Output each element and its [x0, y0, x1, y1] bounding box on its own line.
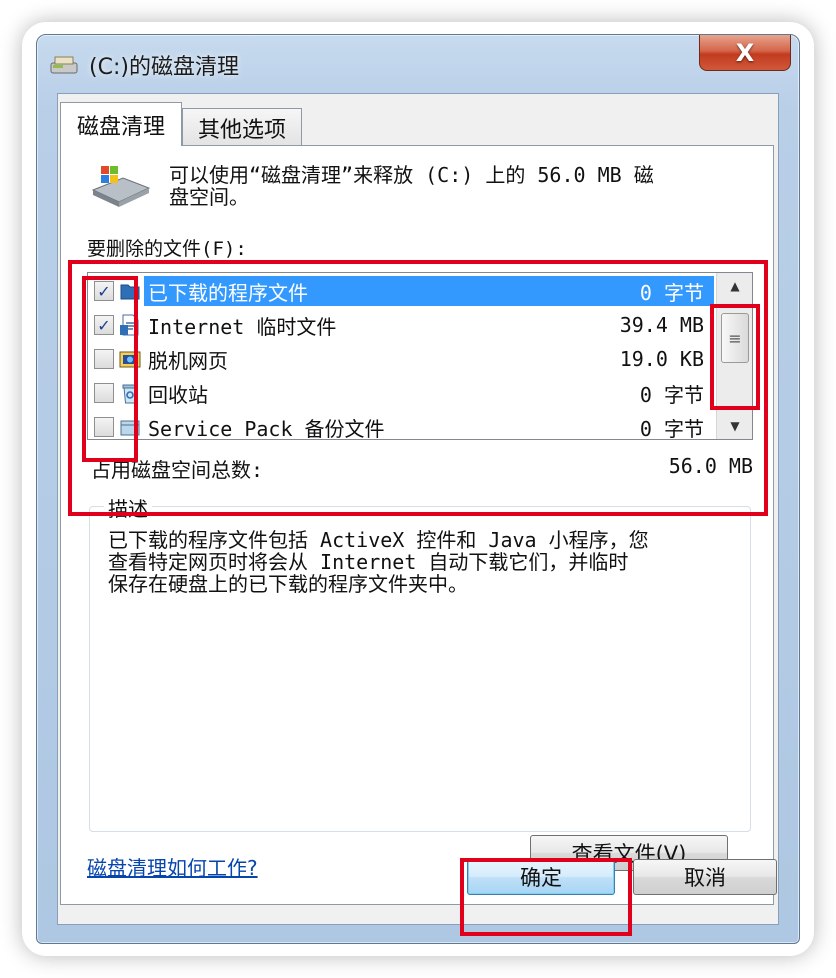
tab-panel: 可以使用“磁盘清理”来释放 (C:) 上的 56.0 MB 磁 盘空间。 要删除… — [60, 145, 774, 905]
description-line-2: 查看特定网页时将会从 Internet 自动下载它们，并临时 — [108, 550, 629, 574]
description-legend: 描述 — [104, 493, 152, 522]
how-it-works-link[interactable]: 磁盘清理如何工作? — [87, 852, 258, 881]
tab-disk-cleanup[interactable]: 磁盘清理 — [60, 102, 182, 146]
tab-more-options[interactable]: 其他选项 — [182, 108, 302, 146]
web-page-icon — [119, 351, 141, 368]
description-line-3: 保存在硬盘上的已下载的程序文件夹中。 — [108, 572, 468, 596]
checkbox-offline-pages[interactable] — [94, 349, 114, 369]
list-item-size: 19.0 KB — [619, 347, 704, 371]
total-space-label: 占用磁盘空间总数: — [91, 458, 264, 482]
checkbox-service-pack-backup[interactable] — [94, 417, 114, 437]
chevron-down-icon: ▼ — [730, 419, 740, 433]
intro-line-2: 盘空间。 — [169, 185, 249, 209]
disk-cleanup-window: (C:)的磁盘清理 X 磁盘清理 其他选项 可以使用“磁盘清理”来释放 (C:)… — [36, 34, 800, 944]
recycle-bin-icon — [122, 384, 138, 404]
chevron-up-icon: ▲ — [730, 279, 740, 293]
window-title: (C:)的磁盘清理 — [89, 55, 239, 80]
list-item-recycle-bin[interactable]: 回收站 0 字节 — [88, 377, 716, 409]
disk-cleanup-icon — [50, 56, 78, 74]
scroll-down-arrow[interactable]: ▼ — [717, 413, 752, 439]
list-item-size: 0 字节 — [639, 416, 704, 440]
checkbox-downloaded-programs[interactable]: ✓ — [94, 281, 114, 301]
files-list[interactable]: ✓ 已下载的程序文件 0 字节 ✓ Internet 临时文件 39.4 MB … — [87, 272, 753, 440]
scroll-up-arrow[interactable]: ▲ — [717, 273, 752, 299]
list-item-offline-pages[interactable]: 脱机网页 19.0 KB — [88, 343, 716, 375]
list-item-size: 0 字节 — [639, 280, 704, 305]
folder-icon — [120, 284, 140, 300]
ok-button[interactable]: 确定 — [467, 859, 615, 895]
description-line-1: 已下载的程序文件包括 ActiveX 控件和 Java 小程序，您 — [108, 528, 649, 552]
list-item-label: Internet 临时文件 — [148, 314, 337, 339]
list-item-label: 已下载的程序文件 — [144, 276, 714, 306]
dialog-client-area: 磁盘清理 其他选项 可以使用“磁盘清理”来释放 (C:) 上的 56.0 MB … — [57, 93, 779, 925]
close-button[interactable]: X — [699, 35, 791, 71]
list-item-downloaded-programs[interactable]: ✓ 已下载的程序文件 0 字节 — [88, 275, 716, 307]
drive-cleanup-icon — [91, 166, 151, 207]
scroll-thumb[interactable]: ≡ — [721, 313, 749, 363]
grip-icon: ≡ — [728, 328, 742, 348]
title-bar[interactable]: (C:)的磁盘清理 X — [37, 35, 799, 93]
checkbox-recycle-bin[interactable] — [94, 383, 114, 403]
list-item-service-pack-backup[interactable]: Service Pack 备份文件 0 字节 — [88, 411, 716, 440]
checkbox-internet-temp[interactable]: ✓ — [94, 315, 114, 335]
list-item-size: 0 字节 — [639, 382, 704, 407]
cancel-button[interactable]: 取消 — [633, 859, 777, 895]
files-to-delete-label: 要删除的文件(F): — [87, 238, 247, 260]
list-item-label: Service Pack 备份文件 — [148, 416, 385, 440]
list-scrollbar[interactable]: ▲ ≡ ▼ — [716, 273, 752, 439]
description-group: 描述 已下载的程序文件包括 ActiveX 控件和 Java 小程序，您 查看特… — [89, 493, 751, 871]
document-icon — [120, 314, 139, 336]
description-text: 已下载的程序文件包括 ActiveX 控件和 Java 小程序，您 查看特定网页… — [108, 529, 738, 595]
list-item-label: 脱机网页 — [148, 348, 228, 373]
list-item-internet-temp[interactable]: ✓ Internet 临时文件 39.4 MB — [88, 309, 716, 341]
close-icon: X — [735, 38, 755, 67]
list-item-label: 回收站 — [148, 382, 208, 407]
total-space-value: 56.0 MB — [668, 454, 753, 478]
list-item-size: 39.4 MB — [619, 313, 704, 337]
intro-text: 可以使用“磁盘清理”来释放 (C:) 上的 56.0 MB 磁 盘空间。 — [169, 164, 759, 208]
intro-line-1: 可以使用“磁盘清理”来释放 (C:) 上的 56.0 MB 磁 — [169, 163, 654, 187]
backup-icon — [120, 420, 140, 436]
